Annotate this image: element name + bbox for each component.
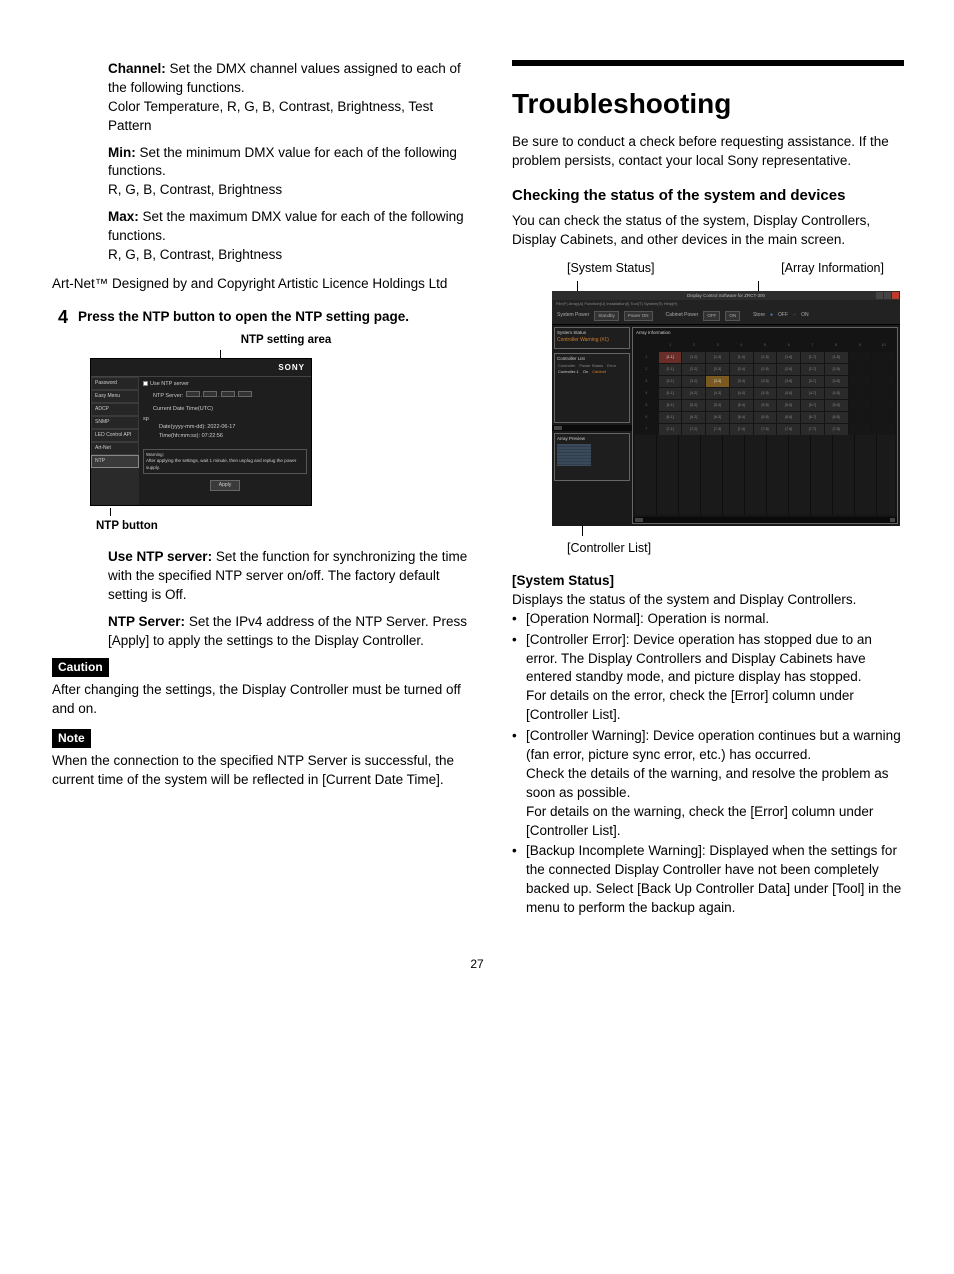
warning-box: Warning: After applying the settings, wa… bbox=[143, 449, 307, 474]
left-column: Channel: Set the DMX channel values assi… bbox=[50, 60, 472, 926]
bullet-controller-warning: [Controller Warning]: Device operation c… bbox=[512, 727, 904, 840]
warn-body: After applying the settings, wait 1 minu… bbox=[146, 458, 304, 471]
sidebar-item: Art-Net bbox=[91, 442, 139, 455]
sidebar-item: SNMP bbox=[91, 416, 139, 429]
panel-header: System Status bbox=[557, 330, 627, 336]
window-title: Display Control Software for ZRCT-300 bbox=[687, 293, 765, 299]
sidebar: Password Easy Menu ADCP SNMP LED Control… bbox=[91, 377, 139, 505]
system-status-desc: Displays the status of the system and Di… bbox=[512, 591, 904, 610]
min-icon bbox=[876, 292, 883, 299]
def-body: Set the maximum DMX value for each of th… bbox=[108, 209, 464, 243]
note-text: When the connection to the specified NTP… bbox=[52, 752, 472, 790]
def-min: Min: Set the minimum DMX value for each … bbox=[80, 144, 472, 201]
controller-list-panel: Controller List Controller Power Status … bbox=[554, 353, 630, 423]
max-icon bbox=[884, 292, 891, 299]
subhead-system-status: [System Status] bbox=[512, 572, 904, 591]
term: Channel: bbox=[108, 61, 166, 76]
standby-button: Standby bbox=[594, 311, 619, 321]
term: Use NTP server: bbox=[108, 549, 212, 564]
system-power-label: System Power bbox=[557, 312, 589, 319]
def-channel: Channel: Set the DMX channel values assi… bbox=[80, 60, 472, 136]
bullet-controller-error: [Controller Error]: Device operation has… bbox=[512, 631, 904, 725]
def-max: Max: Set the maximum DMX value for each … bbox=[80, 208, 472, 265]
scrollbar bbox=[552, 425, 632, 431]
caution-badge: Caution bbox=[52, 658, 109, 677]
sidebar-item: Easy Menu bbox=[91, 390, 139, 403]
panel-header: Array Preview bbox=[557, 436, 627, 442]
off-button: OFF bbox=[703, 311, 720, 321]
sidebar-item-ntp: NTP bbox=[91, 455, 139, 468]
term: NTP Server: bbox=[108, 614, 185, 629]
bullet-backup-incomplete: [Backup Incomplete Warning]: Displayed w… bbox=[512, 842, 904, 918]
array-info-panel: Array Information 123456789101[1-1][1-2]… bbox=[632, 327, 898, 524]
page-title: Troubleshooting bbox=[512, 84, 904, 123]
sidebar-item: ADCP bbox=[91, 403, 139, 416]
toolbar: System Power Standby Power ON Cabinet Po… bbox=[552, 308, 900, 325]
page-number: 27 bbox=[50, 956, 904, 973]
artnet-credit: Art-Net™ Designed by and Copyright Artis… bbox=[52, 275, 472, 294]
callout-tick bbox=[582, 526, 583, 536]
window-titlebar: Display Control Software for ZRCT-300 bbox=[552, 291, 900, 300]
section-intro: You can check the status of the system, … bbox=[512, 212, 904, 250]
callout-tick bbox=[577, 281, 578, 291]
callout-tick bbox=[758, 281, 759, 291]
ip-inputs: ... bbox=[185, 393, 254, 399]
array-preview-panel: Array Preview bbox=[554, 433, 630, 481]
system-status-panel: System Status Controller Warning (#1) bbox=[554, 327, 630, 349]
status-text: Controller Warning (#1) bbox=[557, 337, 627, 344]
ntp-settings-screenshot: SONY Password Easy Menu ADCP SNMP LED Co… bbox=[90, 358, 312, 506]
caution-text: After changing the settings, the Display… bbox=[52, 681, 472, 719]
time-line: Time(hh:mm:ss): 07:22:56 bbox=[143, 433, 307, 441]
callout-tick bbox=[220, 350, 221, 358]
date-line: Date(yyyy-mm-dd): 2022-06-17 bbox=[143, 424, 307, 432]
def-use-ntp: Use NTP server: Set the function for syn… bbox=[80, 548, 472, 605]
main-screen-screenshot: Display Control Software for ZRCT-300 Fi… bbox=[552, 291, 900, 526]
term: Max: bbox=[108, 209, 139, 224]
section-divider bbox=[512, 60, 904, 66]
right-column: Troubleshooting Be sure to conduct a che… bbox=[512, 60, 904, 926]
status-bullets: [Operation Normal]: Operation is normal.… bbox=[512, 610, 904, 918]
def-sub: Color Temperature, R, G, B, Contrast, Br… bbox=[108, 98, 472, 136]
step-text: Press the NTP button to open the NTP set… bbox=[78, 308, 409, 327]
sidebar-item: LED Control API bbox=[91, 429, 139, 442]
sidebar-item: Password bbox=[91, 377, 139, 390]
section-heading: Checking the status of the system and de… bbox=[512, 185, 904, 206]
intro: Be sure to conduct a check before reques… bbox=[512, 133, 904, 171]
figure-labels-top: [System Status] [Array Information] bbox=[512, 260, 904, 278]
note-badge: Note bbox=[52, 729, 91, 748]
checkbox-icon bbox=[143, 381, 148, 386]
panel-header: Array Information bbox=[633, 328, 897, 338]
current-time-label: Current Date Time(UTC) bbox=[143, 406, 307, 414]
menu-bar: File(F) Array(A) Function(U) Installatio… bbox=[552, 300, 900, 308]
ntp-server-label: NTP Server: bbox=[153, 393, 183, 399]
apply-button: Apply bbox=[210, 480, 241, 491]
close-icon bbox=[892, 292, 899, 299]
store-label: Store bbox=[753, 312, 765, 319]
def-ntp-server: NTP Server: Set the IPv4 address of the … bbox=[80, 613, 472, 651]
label-array-info: [Array Information] bbox=[781, 260, 884, 278]
step-4: 4 Press the NTP button to open the NTP s… bbox=[58, 308, 472, 328]
use-ntp-label: Use NTP server bbox=[150, 381, 189, 387]
two-column-layout: Channel: Set the DMX channel values assi… bbox=[50, 60, 904, 926]
figure-caption-bottom: NTP button bbox=[96, 518, 472, 534]
label-controller-list: [Controller List] bbox=[512, 540, 904, 558]
cabinet-power-label: Cabinet Power bbox=[666, 312, 699, 319]
figure-caption-top: NTP setting area bbox=[80, 332, 472, 348]
def-sub: R, G, B, Contrast, Brightness bbox=[108, 181, 472, 200]
empty-grid bbox=[635, 435, 895, 515]
bullet-operation-normal: [Operation Normal]: Operation is normal. bbox=[512, 610, 904, 629]
term: Min: bbox=[108, 145, 136, 160]
preview-grid bbox=[557, 444, 591, 466]
def-body: Set the minimum DMX value for each of th… bbox=[108, 145, 457, 179]
callout-tick bbox=[110, 508, 111, 516]
main-panel: Use NTP server NTP Server: ... Current D… bbox=[139, 377, 311, 505]
def-sub: R, G, B, Contrast, Brightness bbox=[108, 246, 472, 265]
brand-logo: SONY bbox=[278, 362, 305, 373]
scrollbar bbox=[633, 517, 897, 523]
step-number: 4 bbox=[58, 308, 68, 328]
power-on-button: Power ON bbox=[624, 311, 653, 321]
on-button: ON bbox=[725, 311, 740, 321]
panel-header: Controller List bbox=[557, 356, 627, 362]
label-system-status: [System Status] bbox=[567, 260, 655, 278]
